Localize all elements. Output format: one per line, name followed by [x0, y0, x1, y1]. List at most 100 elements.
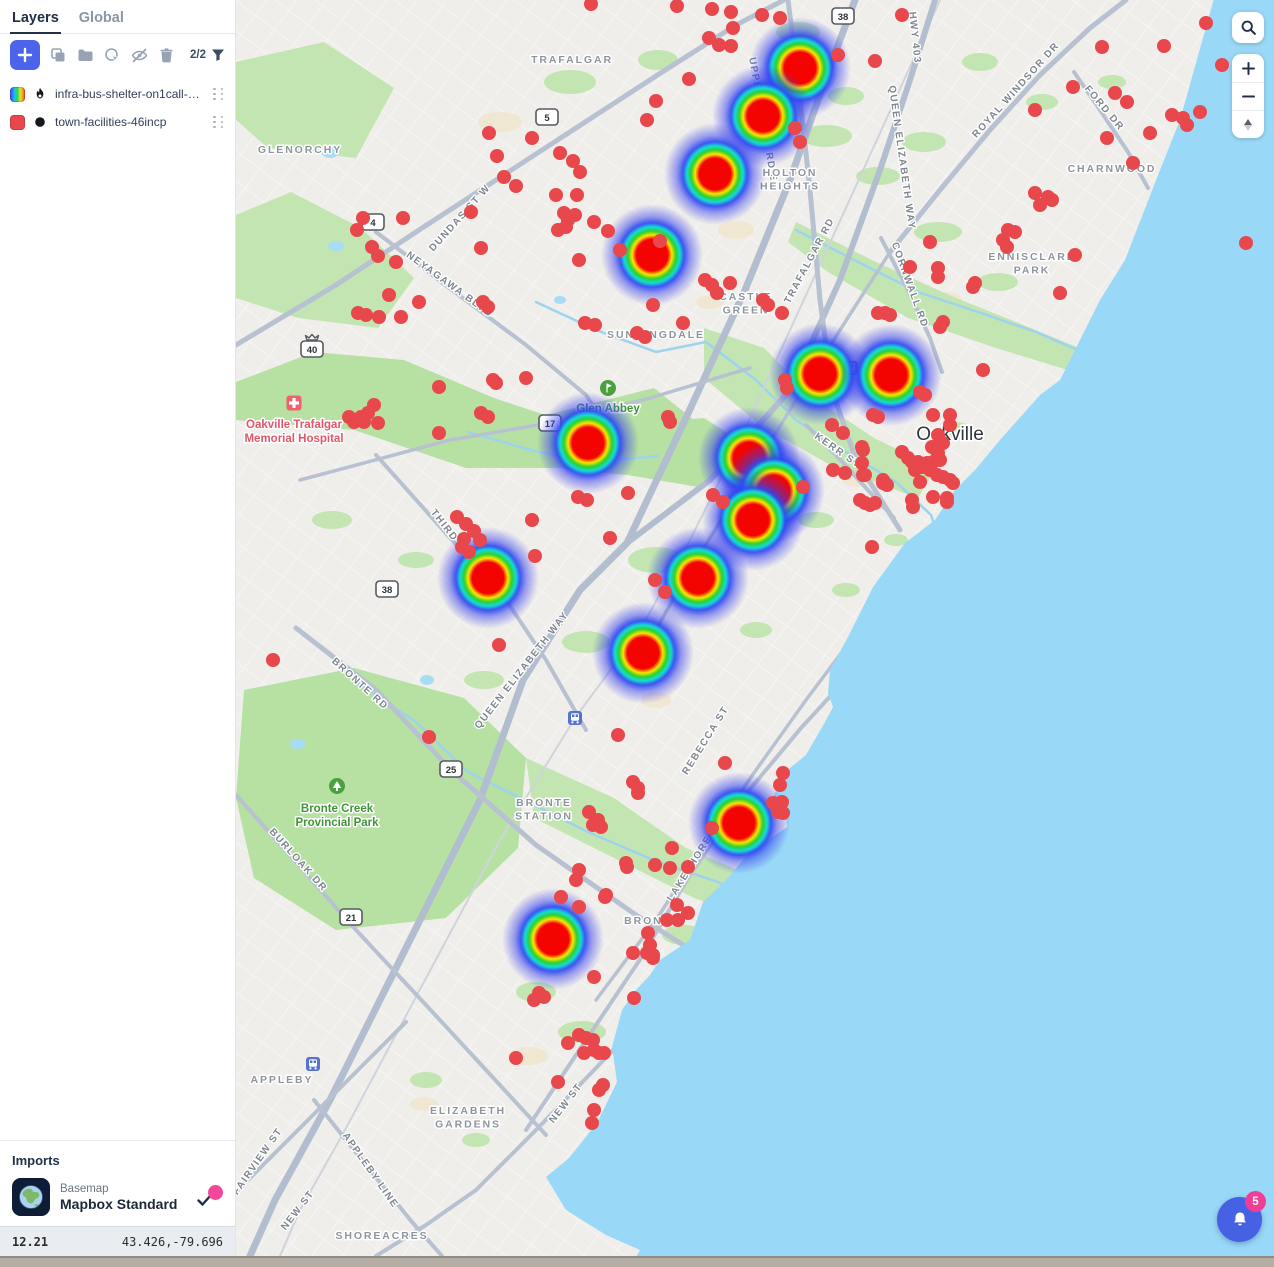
facility-dot[interactable]	[723, 276, 737, 290]
facility-dot[interactable]	[895, 8, 909, 22]
facility-dot[interactable]	[509, 1051, 523, 1065]
facility-dot[interactable]	[871, 410, 885, 424]
facility-dot[interactable]	[585, 1116, 599, 1130]
facility-dot[interactable]	[868, 496, 882, 510]
facility-dot[interactable]	[946, 476, 960, 490]
facility-dot[interactable]	[880, 478, 894, 492]
facility-dot[interactable]	[359, 308, 373, 322]
facility-dot[interactable]	[1180, 118, 1194, 132]
duplicate-icon[interactable]	[50, 47, 67, 64]
facility-dot[interactable]	[646, 948, 660, 962]
facility-dot[interactable]	[1045, 193, 1059, 207]
facility-dot[interactable]	[1028, 186, 1042, 200]
facility-dot[interactable]	[1000, 240, 1014, 254]
basemap-sync-state[interactable]	[197, 1185, 223, 1209]
facility-dot[interactable]	[838, 466, 852, 480]
facility-dot[interactable]	[626, 946, 640, 960]
facility-dot[interactable]	[658, 585, 672, 599]
facility-dot[interactable]	[710, 286, 724, 300]
facility-dot[interactable]	[788, 121, 802, 135]
facility-dot[interactable]	[572, 900, 586, 914]
pitch-compass-button[interactable]	[1232, 110, 1264, 138]
facility-dot[interactable]	[940, 495, 954, 509]
facility-dot[interactable]	[663, 415, 677, 429]
layer-row[interactable]: infra-bus-shelter-on1call-76-03m...	[0, 80, 235, 108]
facility-dot[interactable]	[489, 376, 503, 390]
facility-dot[interactable]	[601, 224, 615, 238]
facility-dot[interactable]	[1008, 225, 1022, 239]
facility-dot[interactable]	[918, 388, 932, 402]
facility-dot[interactable]	[1193, 105, 1207, 119]
facility-dot[interactable]	[726, 21, 740, 35]
facility-dot[interactable]	[394, 310, 408, 324]
facility-dot[interactable]	[1108, 86, 1122, 100]
facility-dot[interactable]	[412, 295, 426, 309]
tab-global[interactable]: Global	[79, 10, 124, 33]
facility-dot[interactable]	[1215, 58, 1229, 72]
facility-dot[interactable]	[712, 38, 726, 52]
facility-dot[interactable]	[773, 11, 787, 25]
facility-dot[interactable]	[826, 463, 840, 477]
facility-dot[interactable]	[931, 270, 945, 284]
facility-dot[interactable]	[923, 235, 937, 249]
facility-dot[interactable]	[432, 426, 446, 440]
facility-dot[interactable]	[587, 970, 601, 984]
facility-dot[interactable]	[1053, 286, 1067, 300]
facility-dot[interactable]	[357, 415, 371, 429]
facility-dot[interactable]	[587, 215, 601, 229]
facility-dot[interactable]	[519, 371, 533, 385]
facility-dot[interactable]	[855, 456, 869, 470]
facility-dot[interactable]	[653, 234, 667, 248]
facility-dot[interactable]	[773, 778, 787, 792]
facility-dot[interactable]	[592, 1083, 606, 1097]
layer-name[interactable]: town-facilities-46incp	[55, 115, 205, 129]
facility-dot[interactable]	[908, 463, 922, 477]
facility-dot[interactable]	[490, 149, 504, 163]
facility-dot[interactable]	[724, 5, 738, 19]
layer-row[interactable]: town-facilities-46incp	[0, 108, 235, 136]
facility-dot[interactable]	[464, 205, 478, 219]
facility-dot[interactable]	[603, 531, 617, 545]
facility-dot[interactable]	[641, 926, 655, 940]
facility-dot[interactable]	[1199, 16, 1213, 30]
facility-dot[interactable]	[1095, 40, 1109, 54]
hide-layer-icon[interactable]	[131, 47, 148, 64]
facility-dot[interactable]	[906, 500, 920, 514]
zoom-out-button[interactable]	[1232, 82, 1264, 110]
layer-swatch[interactable]	[10, 87, 25, 102]
facility-dot[interactable]	[350, 223, 364, 237]
facility-dot[interactable]	[761, 298, 775, 312]
facility-dot[interactable]	[389, 255, 403, 269]
facility-dot[interactable]	[372, 310, 386, 324]
facility-dot[interactable]	[1100, 131, 1114, 145]
facility-dot[interactable]	[646, 298, 660, 312]
facility-dot[interactable]	[569, 873, 583, 887]
layer-name[interactable]: infra-bus-shelter-on1call-76-03m...	[55, 87, 205, 101]
facility-dot[interactable]	[705, 2, 719, 16]
facility-dot[interactable]	[371, 249, 385, 263]
facility-dot[interactable]	[382, 288, 396, 302]
facility-dot[interactable]	[665, 841, 679, 855]
facility-dot[interactable]	[462, 545, 476, 559]
facility-dot[interactable]	[551, 1075, 565, 1089]
facility-dot[interactable]	[356, 211, 370, 225]
facility-dot[interactable]	[580, 493, 594, 507]
facility-dot[interactable]	[554, 890, 568, 904]
facility-dot[interactable]	[1143, 126, 1157, 140]
facility-dot[interactable]	[671, 913, 685, 927]
facility-dot[interactable]	[926, 408, 940, 422]
facility-dot[interactable]	[422, 730, 436, 744]
facility-dot[interactable]	[481, 410, 495, 424]
facility-dot[interactable]	[611, 728, 625, 742]
facility-dot[interactable]	[396, 211, 410, 225]
facility-dot[interactable]	[903, 260, 917, 274]
facility-dot[interactable]	[527, 993, 541, 1007]
facility-dot[interactable]	[638, 330, 652, 344]
facility-dot[interactable]	[968, 276, 982, 290]
facility-dot[interactable]	[1239, 236, 1253, 250]
drag-handle-icon[interactable]	[213, 88, 225, 101]
facility-dot[interactable]	[1126, 156, 1140, 170]
layer-swatch[interactable]	[10, 115, 25, 130]
facility-dot[interactable]	[266, 653, 280, 667]
facility-dot[interactable]	[573, 165, 587, 179]
